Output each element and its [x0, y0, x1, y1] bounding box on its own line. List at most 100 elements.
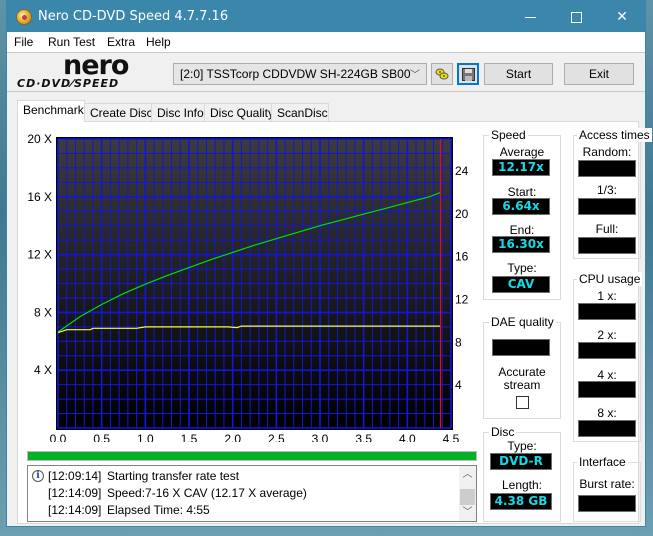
end-label: End:	[509, 223, 535, 237]
scroll-down-icon[interactable]: ﹀	[459, 504, 476, 521]
toolbar: nero CD·DVD⁄SPEED [2:0] TSSTcorp CDDVDW …	[7, 50, 645, 92]
accurate-stream-checkbox[interactable]	[516, 396, 529, 409]
cpu-2x-label: 2 x:	[597, 328, 617, 342]
speed-group: Speed Average 12.17x Start: 6.64x End: 1…	[483, 128, 561, 300]
cpu-8x-value	[578, 420, 636, 437]
log-scrollbar[interactable]: ︿ ﹀	[459, 466, 476, 521]
nero-app-icon	[16, 9, 32, 25]
log-time: [12:14:09]	[48, 486, 102, 500]
close-icon: ✕	[616, 8, 628, 24]
maximize-button[interactable]	[553, 1, 599, 32]
exit-button[interactable]: Exit	[564, 63, 634, 85]
log-entry: [12:14:09] Speed:7-16 X CAV (12.17 X ave…	[28, 486, 458, 502]
scroll-up-icon[interactable]: ︿	[459, 466, 476, 483]
maximize-icon	[570, 11, 582, 23]
x-tick-label: 1.5	[181, 432, 198, 442]
cpu-usage-title: CPU usage	[577, 272, 643, 286]
log-entry: i [12:09:14] Starting transfer rate test	[28, 469, 458, 485]
x-tick-label: 0.0	[50, 432, 67, 442]
y-tick-label-right: 4	[455, 378, 462, 392]
random-label: Random:	[582, 145, 632, 159]
log-message: Speed:7-16 X CAV (12.17 X average)	[107, 486, 307, 500]
third-label: 1/3:	[596, 183, 617, 197]
log-message: Elapsed Time: 4:55	[107, 503, 210, 517]
tab-scandisc[interactable]: ScanDisc	[271, 103, 329, 122]
disc-length-label: Length:	[501, 478, 543, 492]
eject-button[interactable]	[431, 63, 453, 85]
menu-help[interactable]: Help	[146, 35, 171, 49]
burst-rate-label: Burst rate:	[579, 477, 635, 491]
save-button[interactable]	[457, 63, 479, 85]
burst-rate-value	[578, 495, 636, 512]
dae-quality-group: DAE quality Accurate stream	[483, 315, 561, 419]
minimize-icon	[524, 16, 536, 18]
benchmark-chart: 20 X 16 X 12 X 8 X 4 X 24 20 16 12 8 4 0.0 0.5 1.0 1.5…	[18, 122, 488, 446]
accurate-stream-label-2: stream	[503, 378, 541, 392]
dae-quality-value	[492, 339, 550, 356]
menu-file[interactable]: File	[14, 35, 33, 49]
minimize-button[interactable]	[507, 1, 553, 32]
progress-bar	[27, 451, 477, 461]
x-tick-label: 2.5	[268, 432, 285, 442]
y-tick-label-left: 20 X	[27, 132, 52, 146]
cpu-4x-value	[578, 381, 636, 398]
y-tick-label-left: 8 X	[34, 305, 52, 319]
scroll-thumb[interactable]	[460, 489, 475, 505]
disc-group: Disc Type: DVD-R Length: 4.38 GB	[483, 425, 561, 522]
title-bar[interactable]: Nero CD-DVD Speed 4.7.7.16 ✕	[7, 1, 645, 32]
random-access-value	[578, 160, 636, 177]
y-tick-label-right: 24	[455, 164, 469, 178]
x-tick-label: 2.0	[224, 432, 241, 442]
y-tick-label-right: 16	[455, 250, 469, 264]
cpu-8x-label: 8 x:	[597, 406, 617, 420]
disc-type-value: DVD-R	[490, 453, 552, 470]
cpu-1x-label: 1 x:	[597, 289, 617, 303]
start-speed-value: 6.64x	[492, 198, 550, 215]
menu-extra[interactable]: Extra	[107, 35, 135, 49]
discs-icon	[435, 68, 449, 80]
disc-length-value: 4.38 GB	[490, 493, 552, 510]
full-label: Full:	[595, 222, 619, 236]
interface-title: Interface	[577, 455, 628, 469]
access-times-title: Access times	[577, 128, 652, 142]
tab-benchmark[interactable]: Benchmark	[17, 100, 85, 122]
x-tick-label: 3.0	[312, 432, 329, 442]
cpu-2x-value	[578, 342, 636, 359]
interface-group: Interface Burst rate:	[573, 455, 641, 522]
menu-run-test[interactable]: Run Test	[48, 35, 95, 49]
x-tick-label: 4.5	[443, 432, 460, 442]
floppy-disk-icon	[462, 68, 475, 81]
y-tick-label-right: 8	[455, 335, 462, 349]
info-icon: i	[32, 470, 44, 482]
drive-select[interactable]: [2:0] TSSTcorp CDDVDW SH-224GB SB00 ﹀	[173, 63, 427, 85]
log-message: Starting transfer rate test	[107, 469, 240, 483]
type-label: Type:	[507, 261, 537, 275]
tab-create-disc[interactable]: Create Disc	[84, 103, 153, 122]
chevron-down-icon: ﹀	[410, 70, 420, 81]
average-speed-value: 12.17x	[492, 159, 550, 176]
benchmark-panel: 20 X 16 X 12 X 8 X 4 X 24 20 16 12 8 4 0.0 0.5 1.0 1.5…	[17, 121, 652, 524]
average-label: Average	[499, 145, 545, 159]
start-button[interactable]: Start	[484, 63, 553, 85]
log-time: [12:14:09]	[48, 503, 102, 517]
cpu-4x-label: 4 x:	[597, 368, 617, 382]
menu-bar: File Run Test Extra Help	[7, 32, 645, 52]
tab-disc-info[interactable]: Disc Info	[151, 103, 205, 122]
tab-disc-quality[interactable]: Disc Quality	[204, 103, 274, 122]
speed-type-value: CAV	[492, 276, 550, 293]
cpu-1x-value	[578, 303, 636, 320]
logo-cd-dvd-speed-text: CD·DVD⁄SPEED	[17, 77, 120, 90]
y-tick-label-right: 20	[455, 207, 469, 221]
start-label: Start:	[507, 185, 537, 199]
x-tick-label: 0.5	[93, 432, 110, 442]
nero-cd-dvd-speed-logo: nero CD·DVD⁄SPEED	[15, 50, 171, 91]
accurate-stream-label: Accurate	[498, 365, 546, 379]
log-entry: [12:14:09] Elapsed Time: 4:55	[28, 503, 458, 519]
end-speed-value: 16.30x	[492, 236, 550, 253]
y-tick-label-left: 4 X	[34, 363, 52, 377]
disc-type-label: Type:	[507, 439, 537, 453]
close-button[interactable]: ✕	[599, 1, 645, 32]
third-access-value	[578, 198, 636, 215]
cpu-usage-group: CPU usage 1 x: 2 x: 4 x: 8 x:	[573, 272, 643, 442]
log-list: i [12:09:14] Starting transfer rate test…	[27, 465, 477, 522]
